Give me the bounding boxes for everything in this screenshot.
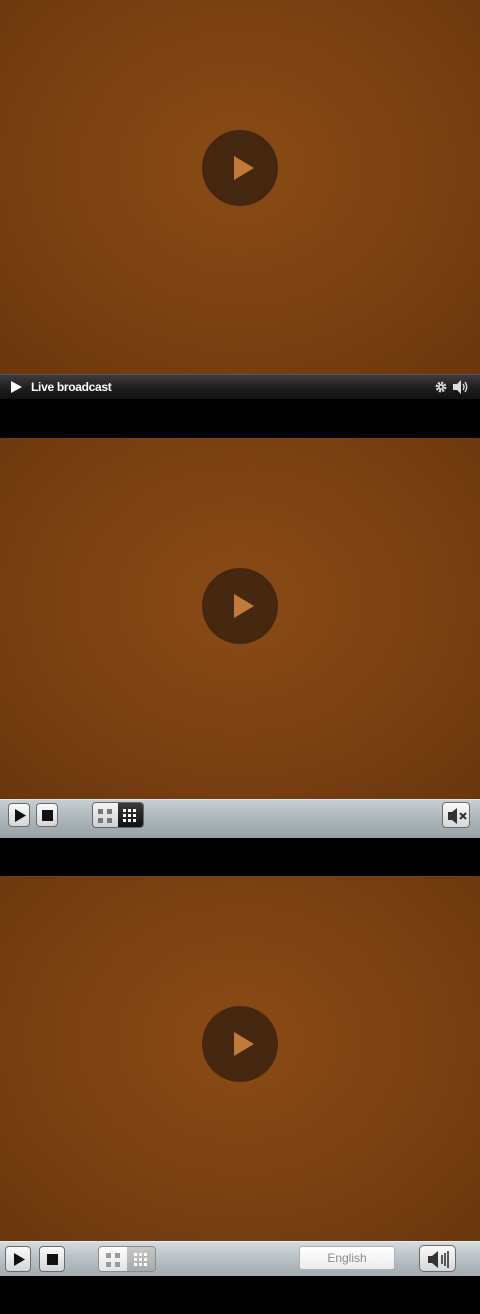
grid-3x3-icon bbox=[123, 809, 136, 822]
play-icon bbox=[234, 594, 254, 618]
play-button[interactable] bbox=[8, 803, 30, 827]
big-play-button[interactable] bbox=[202, 1006, 278, 1082]
layout-toggle bbox=[98, 1246, 156, 1272]
play-icon[interactable] bbox=[9, 380, 23, 394]
mute-button[interactable] bbox=[442, 802, 470, 828]
mute-icon bbox=[448, 808, 467, 824]
grid-2x2-icon bbox=[98, 809, 112, 823]
play-icon bbox=[15, 809, 26, 822]
grid-2x2-icon bbox=[106, 1253, 120, 1267]
layout-toggle bbox=[92, 802, 144, 828]
play-icon bbox=[14, 1253, 25, 1266]
video-area[interactable] bbox=[0, 0, 480, 374]
control-bar: English bbox=[0, 1241, 480, 1276]
language-selector[interactable]: English bbox=[299, 1246, 395, 1270]
play-icon bbox=[234, 1032, 254, 1056]
stop-button[interactable] bbox=[36, 803, 58, 827]
stop-icon bbox=[42, 810, 53, 821]
control-bar bbox=[0, 799, 480, 838]
video-player-1: Live broadcast bbox=[0, 0, 480, 438]
layout-3x3-button[interactable] bbox=[127, 1247, 155, 1271]
big-play-button[interactable] bbox=[202, 130, 278, 206]
video-player-2 bbox=[0, 438, 480, 876]
gear-icon[interactable] bbox=[434, 380, 448, 394]
layout-2x2-button[interactable] bbox=[93, 803, 118, 827]
broadcast-title: Live broadcast bbox=[31, 380, 112, 394]
grid-3x3-icon bbox=[134, 1253, 147, 1266]
volume-icon[interactable] bbox=[452, 379, 470, 395]
stop-icon bbox=[47, 1254, 58, 1265]
video-area[interactable] bbox=[0, 876, 480, 1241]
video-area[interactable] bbox=[0, 438, 480, 799]
control-bar: Live broadcast bbox=[0, 374, 480, 399]
layout-3x3-button[interactable] bbox=[118, 803, 143, 827]
video-player-3: English bbox=[0, 876, 480, 1314]
volume-button[interactable] bbox=[419, 1245, 456, 1272]
stop-button[interactable] bbox=[39, 1246, 65, 1272]
layout-2x2-button[interactable] bbox=[99, 1247, 127, 1271]
play-button[interactable] bbox=[5, 1246, 31, 1272]
play-icon bbox=[234, 156, 254, 180]
volume-icon bbox=[428, 1251, 449, 1268]
big-play-button[interactable] bbox=[202, 568, 278, 644]
